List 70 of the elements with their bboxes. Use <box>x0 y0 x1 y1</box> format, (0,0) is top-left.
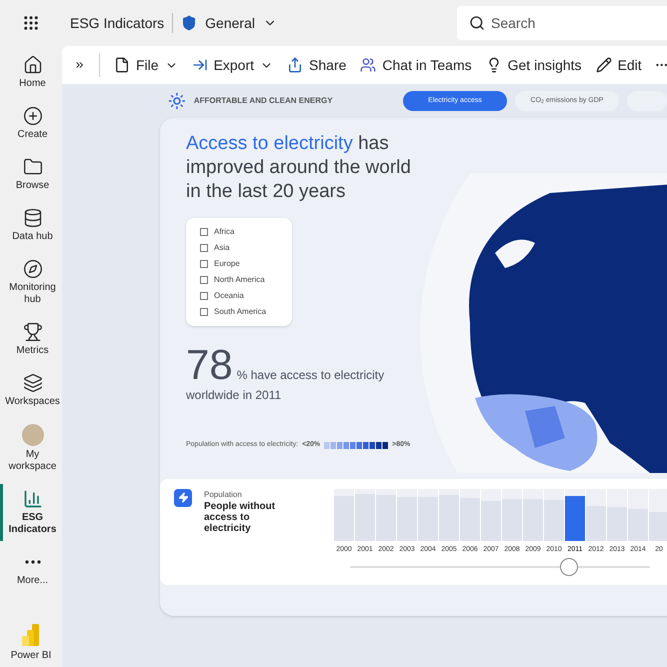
sidebar-item[interactable]: Workspaces <box>0 368 62 413</box>
region-checkbox[interactable]: North America <box>200 274 278 286</box>
stat-value: 78 <box>186 346 233 384</box>
sidebar-item[interactable]: Home <box>0 50 62 95</box>
sidebar-item[interactable]: Data hub <box>0 203 62 248</box>
section-title: AFFORTABLE AND CLEAN ENERGY <box>194 95 334 107</box>
year-bar[interactable] <box>649 512 667 540</box>
year-bar[interactable] <box>439 495 459 540</box>
color-scale-icon <box>324 442 388 449</box>
year-bar[interactable] <box>397 496 417 540</box>
sidebar-item[interactable]: Metrics <box>0 317 62 362</box>
year-bar[interactable] <box>628 509 648 540</box>
sidebar-item[interactable]: More... <box>0 547 62 592</box>
headline: Access to electricity has improved around the world in the last 20 years <box>186 132 412 204</box>
toolbar-button[interactable]: Get insights <box>486 54 582 76</box>
sidebar-item[interactable]: Create <box>0 101 62 146</box>
more-icon[interactable] <box>656 63 667 67</box>
population-kicker: Population <box>204 488 243 500</box>
product-label: Power BI <box>10 649 52 663</box>
stat-subtext: worldwide in 2011 <box>186 387 282 404</box>
plus-circle-icon <box>22 106 42 126</box>
toolbar-button[interactable]: File <box>114 54 178 76</box>
pencil-icon <box>596 57 612 73</box>
folder-icon <box>22 157 42 177</box>
year-bar[interactable] <box>460 498 480 540</box>
year-bar[interactable] <box>565 496 585 540</box>
sidebar-item[interactable]: My workspace <box>0 419 62 478</box>
year-bar[interactable] <box>355 494 375 540</box>
database-icon <box>22 208 42 228</box>
file-icon <box>114 57 130 73</box>
region-checkbox[interactable]: Europe <box>200 258 278 270</box>
year-bar[interactable] <box>523 498 543 540</box>
lightning-icon <box>178 492 188 503</box>
region-checkbox[interactable]: Oceania <box>200 290 278 302</box>
toolbar-button[interactable]: Edit <box>596 54 642 76</box>
sidebar-item[interactable]: Monitoring hub <box>0 254 62 311</box>
arrow-icon <box>192 57 208 73</box>
sun-icon <box>168 91 186 111</box>
trophy-icon <box>22 322 42 342</box>
toolbar-button[interactable]: Export <box>192 54 274 76</box>
bar-chart-icon <box>22 489 42 509</box>
year-bar[interactable] <box>502 498 522 540</box>
region-checkbox[interactable]: Asia <box>200 242 278 254</box>
home-icon <box>22 55 42 75</box>
shield-icon <box>181 15 198 31</box>
region-checkbox[interactable]: Africa <box>200 226 278 238</box>
report-name: ESG Indicators <box>70 14 164 32</box>
year-bar[interactable] <box>481 500 501 540</box>
toolbar-button[interactable]: Share <box>287 54 346 76</box>
people-icon <box>360 57 376 73</box>
stat-text: % have access to electricity <box>236 367 384 384</box>
workspace-dropdown[interactable]: General <box>205 12 277 34</box>
year-bar[interactable] <box>418 496 438 540</box>
year-bar[interactable] <box>334 496 354 540</box>
year-bar[interactable] <box>544 500 564 540</box>
year-bar[interactable] <box>586 506 606 540</box>
share-icon <box>287 57 304 73</box>
search-field[interactable]: Search <box>457 6 667 40</box>
region-checkbox[interactable]: South America <box>200 306 278 318</box>
toolbar-button[interactable]: Chat in Teams <box>360 54 472 76</box>
more-icon <box>24 560 40 564</box>
slider-thumb[interactable] <box>560 558 578 576</box>
population-title: People without access to electricity <box>204 500 276 534</box>
compass-icon <box>22 259 42 279</box>
app-launcher-icon[interactable] <box>22 14 40 32</box>
year-bar[interactable] <box>376 495 396 540</box>
bar-logo-icon <box>22 624 40 646</box>
sidebar-item[interactable]: Browse <box>0 152 62 197</box>
layers-icon <box>22 373 42 393</box>
year-bar[interactable] <box>607 507 627 540</box>
